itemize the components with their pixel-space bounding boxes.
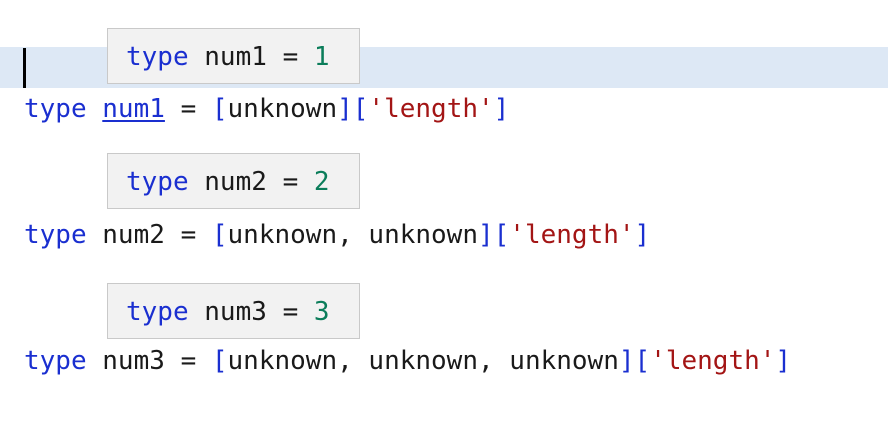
type-name: num2 [102, 220, 165, 250]
hint-value: 2 [313, 167, 330, 197]
tuple-close-bracket: ] [618, 346, 635, 376]
hint-equals: = [282, 297, 299, 327]
hint-equals: = [282, 42, 299, 72]
tuple-elements: unknown [227, 94, 338, 124]
hint-keyword: type [126, 42, 189, 72]
index-close-bracket: ] [634, 220, 651, 250]
type-name: num3 [102, 346, 165, 376]
code-editor[interactable]: type num1 = 1 type num1 = [unknown]['len… [0, 0, 888, 426]
index-string: 'length' [650, 346, 776, 376]
equals-sign: = [180, 220, 197, 250]
hint-type-name: num2 [204, 167, 267, 197]
hint-type-name: num3 [204, 297, 267, 327]
tuple-close-bracket: ] [337, 94, 353, 124]
hint-value: 3 [313, 297, 330, 327]
equals-sign: = [180, 346, 197, 376]
code-line-3[interactable]: type num3 = [unknown, unknown, unknown][… [24, 341, 791, 381]
type-hint-num1: type num1 = 1 [107, 28, 360, 84]
tuple-elements: unknown, unknown [227, 220, 478, 250]
tuple-open-bracket: [ [211, 346, 228, 376]
hint-type-name: num1 [204, 42, 267, 72]
hint-value: 1 [313, 42, 330, 72]
text-caret [23, 48, 26, 88]
hint-keyword: type [126, 167, 189, 197]
keyword-type: type [24, 346, 87, 376]
index-string: 'length' [368, 94, 494, 124]
type-hint-num2: type num2 = 2 [107, 153, 360, 209]
index-close-bracket: ] [775, 346, 792, 376]
index-open-bracket: [ [493, 220, 510, 250]
index-close-bracket: ] [493, 94, 510, 124]
equals-sign: = [180, 94, 197, 124]
code-line-2[interactable]: type num2 = [unknown, unknown]['length'] [24, 215, 650, 255]
tuple-close-bracket: ] [477, 220, 494, 250]
tuple-open-bracket: [ [211, 220, 228, 250]
hint-equals: = [282, 167, 299, 197]
tuple-elements: unknown, unknown, unknown [227, 346, 619, 376]
index-open-bracket: [ [634, 346, 651, 376]
tuple-open-bracket: [ [211, 94, 228, 124]
keyword-type: type [24, 94, 87, 124]
index-open-bracket: [ [352, 94, 369, 124]
hint-keyword: type [126, 297, 189, 327]
type-name-link[interactable]: num1 [102, 94, 165, 124]
index-string: 'length' [509, 220, 635, 250]
keyword-type: type [24, 220, 87, 250]
type-hint-num3: type num3 = 3 [107, 283, 360, 339]
code-line-1[interactable]: type num1 = [unknown]['length'] [24, 89, 509, 129]
